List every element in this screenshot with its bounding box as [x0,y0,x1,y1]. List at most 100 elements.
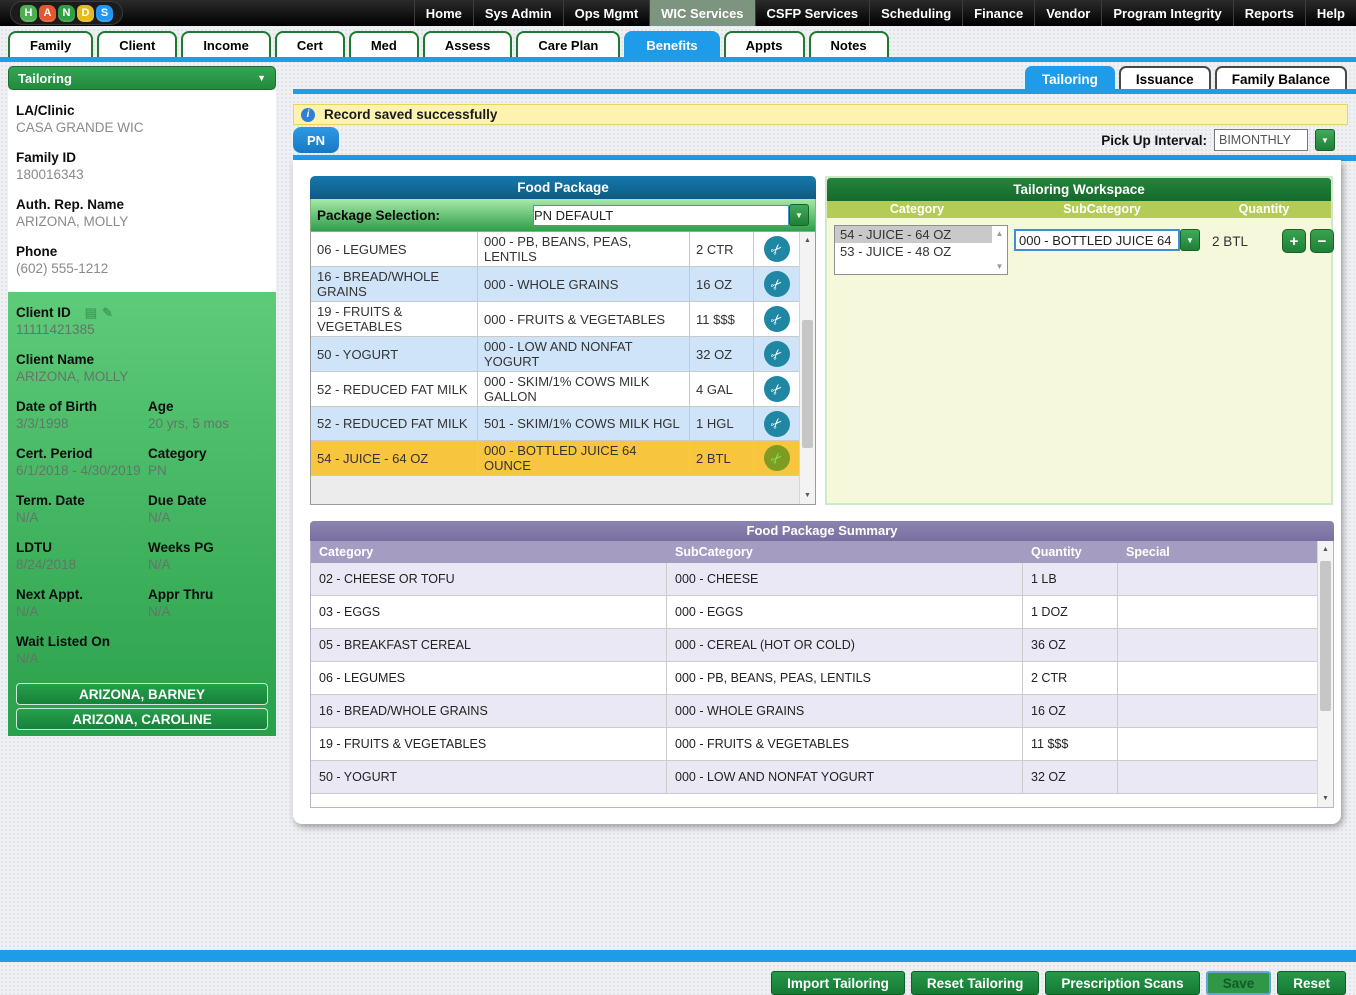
family-info-panel: LA/Clinic CASA GRANDE WIC Family ID 1800… [8,90,276,292]
workspace-category-listbox[interactable]: 54 - JUICE - 64 OZ53 - JUICE - 48 OZ ▲ ▼ [834,225,1008,275]
quantity-cell: 32 OZ [690,337,754,371]
module-tab[interactable]: Cert [275,31,345,57]
module-tab[interactable]: Med [349,31,419,57]
top-nav-item[interactable]: CSFP Services [755,0,870,26]
action-cell: ✂ [754,232,799,266]
module-tab[interactable]: Care Plan [516,31,620,57]
category-chip-pn[interactable]: PN [293,127,339,153]
module-tab[interactable]: Notes [809,31,889,57]
workspace-column-headers: Category SubCategory Quantity [827,201,1331,218]
module-tab[interactable]: Benefits [624,31,719,57]
tailor-scissors-icon[interactable]: ✂ [764,341,790,367]
field-value: N/A [148,556,268,573]
tailor-scissors-icon[interactable]: ✂ [764,236,790,262]
tailor-scissors-icon[interactable]: ✂ [764,445,790,471]
column-header: SubCategory [1007,201,1197,218]
subcategory-cell: 000 - LOW AND NONFAT YOGURT [667,761,1023,793]
special-cell [1118,728,1317,760]
subcategory-dropdown-button[interactable]: ▼ [1180,229,1200,251]
quantity-decrease-button[interactable]: − [1310,229,1334,253]
food-package-row[interactable]: 19 - FRUITS & VEGETABLES 000 - FRUITS & … [311,302,799,337]
module-tab[interactable]: Assess [423,31,513,57]
top-nav-item[interactable]: Reports [1233,0,1305,26]
food-package-row[interactable]: 52 - REDUCED FAT MILK 501 - SKIM/1% COWS… [311,407,799,441]
scroll-up-arrow-icon[interactable]: ▲ [1318,542,1333,557]
special-cell [1118,563,1317,595]
food-package-row[interactable]: 06 - LEGUMES 000 - PB, BEANS, PEAS, LENT… [311,232,799,267]
top-nav-item[interactable]: Vendor [1034,0,1101,26]
package-selection-row: Package Selection: ▼ [310,199,816,232]
hands-logo-letter: S [96,5,113,22]
blue-divider-strip [0,950,1356,962]
quantity-increase-button[interactable]: + [1282,229,1306,253]
family-member-button[interactable]: ARIZONA, CAROLINE [16,708,268,730]
listbox-scrollbar[interactable]: ▲ ▼ [992,226,1007,274]
top-nav-item[interactable]: Scheduling [869,0,962,26]
scroll-down-arrow-icon[interactable]: ▼ [996,262,1004,271]
scroll-up-arrow-icon[interactable]: ▲ [800,233,815,248]
category-option[interactable]: 53 - JUICE - 48 OZ [835,243,992,260]
card-icon[interactable]: ▤ [85,305,102,320]
scroll-up-arrow-icon[interactable]: ▲ [996,229,1004,238]
food-package-row[interactable]: 52 - REDUCED FAT MILK 000 - SKIM/1% COWS… [311,372,799,407]
quantity-cell: 2 CTR [690,232,754,266]
field-value: 8/24/2018 [16,556,144,573]
category-option[interactable]: 54 - JUICE - 64 OZ [835,226,992,243]
family-info-field: Auth. Rep. Name ARIZONA, MOLLY [16,196,268,230]
subcategory-cell: 000 - BOTTLED JUICE 64 OUNCE [478,441,690,475]
scrollbar-thumb[interactable] [1320,561,1331,711]
scrollbar-thumb[interactable] [802,320,813,448]
family-members-list: ARIZONA, BARNEY ARIZONA, CAROLINE [16,683,268,730]
pickup-interval-dropdown-button[interactable]: ▼ [1315,129,1335,151]
tailor-scissors-icon[interactable]: ✂ [764,306,790,332]
view-tab[interactable]: Issuance [1119,66,1211,90]
top-nav-item[interactable]: Home [414,0,473,26]
tailor-scissors-icon[interactable]: ✂ [764,411,790,437]
pencil-icon[interactable]: ✎ [102,305,118,320]
client-info-field: Wait Listed On▤✎ N/A [16,633,268,667]
footer-button[interactable]: Reset [1277,971,1346,995]
footer-button[interactable]: Save [1206,971,1272,995]
sidebar-section-dropdown[interactable]: Tailoring ▼ [8,66,276,90]
module-tab[interactable]: Client [97,31,177,57]
top-nav-item[interactable]: Finance [962,0,1034,26]
field-value: (602) 555-1212 [16,260,268,277]
quantity-cell: 16 OZ [690,267,754,301]
footer-button[interactable]: Reset Tailoring [911,971,1040,995]
food-package-summary-title: Food Package Summary [310,521,1334,541]
subcategory-input[interactable] [1014,229,1180,251]
action-cell: ✂ [754,407,799,440]
blue-divider-strip [293,89,1356,94]
scroll-down-arrow-icon[interactable]: ▼ [800,488,815,503]
food-package-row[interactable]: 54 - JUICE - 64 OZ 000 - BOTTLED JUICE 6… [311,441,799,476]
view-tab[interactable]: Tailoring [1025,66,1115,90]
package-selection-input[interactable] [533,205,789,226]
scroll-down-arrow-icon[interactable]: ▼ [1318,791,1333,806]
footer-button[interactable]: Prescription Scans [1045,971,1199,995]
top-nav-item[interactable]: Program Integrity [1101,0,1232,26]
tailor-scissors-icon[interactable]: ✂ [764,376,790,402]
view-tab[interactable]: Family Balance [1215,66,1347,90]
top-nav-item[interactable]: Sys Admin [473,0,563,26]
module-tab[interactable]: Appts [724,31,805,57]
workspace-quantity-value: 2 BTL [1212,234,1248,249]
footer-button[interactable]: Import Tailoring [771,971,905,995]
category-cell: 06 - LEGUMES [311,662,667,694]
top-nav-item[interactable]: Help [1305,0,1356,26]
module-tab[interactable]: Income [181,31,271,57]
field-label: Weeks PG▤✎ [148,539,268,556]
food-package-row[interactable]: 16 - BREAD/WHOLE GRAINS 000 - WHOLE GRAI… [311,267,799,302]
top-nav-item[interactable]: Ops Mgmt [563,0,650,26]
summary-scrollbar[interactable]: ▲ ▼ [1317,541,1333,807]
top-nav-item[interactable]: WIC Services [649,0,754,26]
action-cell: ✂ [754,267,799,301]
client-info-field: Client ID▤✎ 11111421385 [16,304,268,338]
package-selection-dropdown-button[interactable]: ▼ [789,204,809,226]
food-package-row[interactable]: 50 - YOGURT 000 - LOW AND NONFAT YOGURT … [311,337,799,372]
food-package-scrollbar[interactable]: ▲ ▼ [799,232,815,504]
hands-logo-letter: N [58,5,75,22]
tailor-scissors-icon[interactable]: ✂ [764,271,790,297]
family-member-button[interactable]: ARIZONA, BARNEY [16,683,268,705]
pickup-interval-input[interactable] [1214,129,1308,151]
module-tab[interactable]: Family [8,31,93,57]
